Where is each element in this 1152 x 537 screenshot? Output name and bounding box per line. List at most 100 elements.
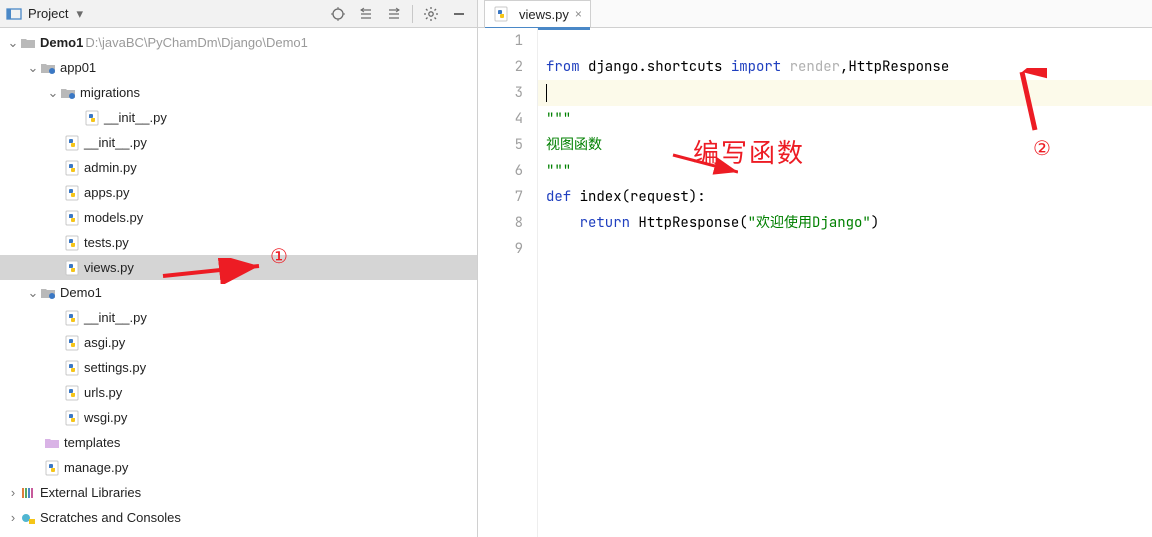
line-number: 4 xyxy=(478,106,523,132)
project-tree[interactable]: ⌄ Demo1 D:\javaBC\PyChamDm\Django\Demo1 … xyxy=(0,28,477,537)
tree-node-label: Scratches and Consoles xyxy=(40,510,181,525)
close-tab-icon[interactable]: × xyxy=(575,7,582,21)
code-editor[interactable]: 1 2 3 4 5 6 7 8 9 from django.shortcuts … xyxy=(478,28,1152,537)
tree-node-label: __init__.py xyxy=(104,110,167,125)
libraries-icon xyxy=(20,486,36,500)
line-number: 1 xyxy=(478,28,523,54)
tree-node-label: __init__.py xyxy=(84,310,147,325)
scratches-icon xyxy=(20,511,36,525)
code-line: from django.shortcuts import render,Http… xyxy=(546,54,1152,80)
line-number: 6 xyxy=(478,158,523,184)
line-number-gutter: 1 2 3 4 5 6 7 8 9 xyxy=(478,28,538,537)
python-file-icon xyxy=(64,210,80,226)
tree-node-app01-init[interactable]: __init__.py xyxy=(0,130,477,155)
editor-tab-bar: views.py × xyxy=(478,0,1152,28)
tree-node-label: urls.py xyxy=(84,385,122,400)
collapse-all-button[interactable] xyxy=(382,2,406,26)
line-number: 8 xyxy=(478,210,523,236)
tree-node-migrations[interactable]: ⌄ migrations xyxy=(0,80,477,105)
tree-node-label: manage.py xyxy=(64,460,128,475)
python-package-icon xyxy=(40,286,56,300)
locate-file-button[interactable] xyxy=(326,2,350,26)
tree-node-label: settings.py xyxy=(84,360,146,375)
caret-right-icon[interactable]: › xyxy=(6,485,20,500)
tree-node-admin[interactable]: admin.py xyxy=(0,155,477,180)
folder-icon xyxy=(20,36,36,50)
tree-node-label: __init__.py xyxy=(84,135,147,150)
tree-node-label: models.py xyxy=(84,210,143,225)
tree-node-label: migrations xyxy=(80,85,140,100)
tree-node-label: views.py xyxy=(84,260,134,275)
python-file-icon xyxy=(64,335,80,351)
editor-tab-views[interactable]: views.py × xyxy=(484,0,591,27)
code-line xyxy=(546,80,1152,106)
python-package-icon xyxy=(40,61,56,75)
tree-node-asgi[interactable]: asgi.py xyxy=(0,330,477,355)
tree-node-scratches[interactable]: › Scratches and Consoles xyxy=(0,505,477,530)
python-file-icon xyxy=(64,385,80,401)
tree-node-label: Demo1 xyxy=(60,285,102,300)
tree-node-apps[interactable]: apps.py xyxy=(0,180,477,205)
tree-node-views[interactable]: views.py xyxy=(0,255,477,280)
tree-node-label: app01 xyxy=(60,60,96,75)
tree-node-templates[interactable]: templates xyxy=(0,430,477,455)
tree-node-label: wsgi.py xyxy=(84,410,127,425)
editor-tab-label: views.py xyxy=(519,7,569,22)
code-line: """ xyxy=(546,106,1152,132)
tree-node-pkg-init[interactable]: __init__.py xyxy=(0,305,477,330)
line-number: 3 xyxy=(478,80,523,106)
tree-node-project-root[interactable]: ⌄ Demo1 D:\javaBC\PyChamDm\Django\Demo1 xyxy=(0,30,477,55)
tree-node-urls[interactable]: urls.py xyxy=(0,380,477,405)
code-line: 视图函数 xyxy=(546,132,1152,158)
code-content[interactable]: from django.shortcuts import render,Http… xyxy=(538,28,1152,262)
tree-node-wsgi[interactable]: wsgi.py xyxy=(0,405,477,430)
python-file-icon xyxy=(64,185,80,201)
settings-gear-button[interactable] xyxy=(419,2,443,26)
python-file-icon xyxy=(64,410,80,426)
tree-node-migrations-init[interactable]: __init__.py xyxy=(0,105,477,130)
python-file-icon xyxy=(64,260,80,276)
editor-area: views.py × 1 2 3 4 5 6 7 8 9 from django… xyxy=(478,0,1152,537)
caret-down-icon[interactable]: ⌄ xyxy=(6,35,20,51)
tree-node-demo1-pkg[interactable]: ⌄ Demo1 xyxy=(0,280,477,305)
project-panel-header: Project ▾ xyxy=(0,0,477,28)
line-number: 7 xyxy=(478,184,523,210)
caret-down-icon[interactable]: ⌄ xyxy=(26,285,40,301)
tree-node-label: External Libraries xyxy=(40,485,141,500)
tree-node-label: admin.py xyxy=(84,160,137,175)
python-file-icon xyxy=(64,160,80,176)
line-number: 2 xyxy=(478,54,523,80)
python-file-icon xyxy=(64,360,80,376)
hide-panel-button[interactable] xyxy=(447,2,471,26)
project-view-icon xyxy=(6,6,22,22)
code-line: """ xyxy=(546,158,1152,184)
python-file-icon xyxy=(64,235,80,251)
python-file-icon xyxy=(493,6,509,22)
code-line xyxy=(546,236,1152,262)
tree-node-label: apps.py xyxy=(84,185,130,200)
code-line xyxy=(546,28,1152,54)
caret-down-icon[interactable]: ⌄ xyxy=(26,60,40,76)
python-package-icon xyxy=(60,86,76,100)
caret-down-icon[interactable]: ⌄ xyxy=(46,85,60,101)
tree-node-label: Demo1 xyxy=(40,35,83,50)
toolbar-divider xyxy=(412,5,413,23)
tree-node-settings[interactable]: settings.py xyxy=(0,355,477,380)
tree-node-tests[interactable]: tests.py xyxy=(0,230,477,255)
tree-node-external-libraries[interactable]: › External Libraries xyxy=(0,480,477,505)
python-file-icon xyxy=(84,110,100,126)
text-cursor xyxy=(546,84,547,102)
tree-node-manage[interactable]: manage.py xyxy=(0,455,477,480)
project-view-dropdown-icon[interactable]: ▾ xyxy=(76,6,83,22)
tree-node-label: asgi.py xyxy=(84,335,125,350)
project-panel-title[interactable]: Project xyxy=(28,6,68,21)
expand-all-button[interactable] xyxy=(354,2,378,26)
line-number: 9 xyxy=(478,236,523,262)
tree-node-models[interactable]: models.py xyxy=(0,205,477,230)
line-number: 5 xyxy=(478,132,523,158)
caret-right-icon[interactable]: › xyxy=(6,510,20,525)
tree-node-path: D:\javaBC\PyChamDm\Django\Demo1 xyxy=(85,35,308,50)
project-tool-window: Project ▾ ⌄ Demo1 D:\javaBC\PyChamDm\Dja… xyxy=(0,0,478,537)
python-file-icon xyxy=(64,310,80,326)
tree-node-app01[interactable]: ⌄ app01 xyxy=(0,55,477,80)
